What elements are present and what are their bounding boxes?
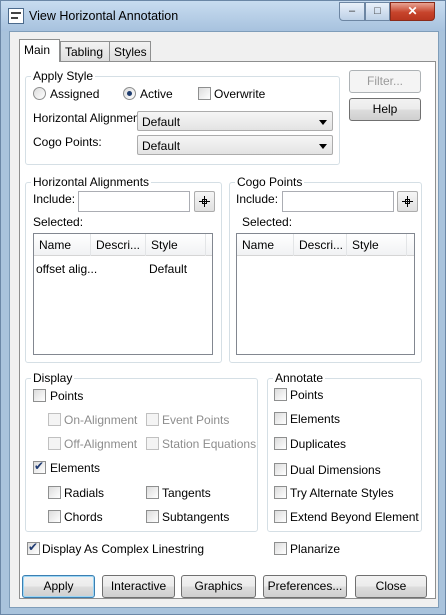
display-group-title: Display (31, 371, 75, 385)
subtangents-label: Subtangents (162, 510, 230, 524)
horizontal-alignment-style-label: Horizontal Alignment: (33, 111, 147, 125)
ha-row-name[interactable]: offset alig... (36, 262, 97, 276)
radials-checkbox[interactable] (48, 486, 61, 499)
horizontal-alignment-style-value: Default (142, 115, 181, 129)
radials-label: Radials (64, 486, 105, 500)
dual-dimensions-label: Dual Dimensions (290, 463, 381, 477)
filter-button[interactable]: Filter... (349, 70, 421, 93)
cp-col-style[interactable]: Style (347, 234, 407, 256)
active-radio[interactable] (123, 87, 136, 100)
preferences-button[interactable]: Preferences... (263, 575, 347, 598)
close-window-button[interactable]: ✕ (390, 2, 435, 21)
interactive-button[interactable]: Interactive (102, 575, 175, 598)
off-alignment-checkbox[interactable] (48, 437, 61, 450)
ha-selected-label: Selected: (33, 215, 84, 229)
try-alternate-styles-label: Try Alternate Styles (290, 486, 394, 500)
event-points-label: Event Points (162, 413, 230, 427)
chords-checkbox[interactable] (48, 510, 61, 523)
chords-label: Chords (64, 510, 103, 524)
dual-dimensions-checkbox[interactable] (274, 463, 287, 476)
ha-col-description[interactable]: Descri... (91, 234, 146, 256)
cp-selected-label: Selected: (242, 215, 293, 229)
cp-col-name[interactable]: Name (237, 234, 294, 256)
maximize-button[interactable]: □ (365, 2, 390, 21)
display-points-checkbox[interactable] (33, 389, 46, 402)
apply-button[interactable]: Apply (22, 575, 95, 598)
overwrite-checkbox[interactable] (198, 87, 211, 100)
tangents-checkbox[interactable] (146, 486, 159, 499)
on-alignment-checkbox[interactable] (48, 413, 61, 426)
close-button[interactable]: Close (355, 575, 427, 598)
active-label: Active (140, 87, 173, 101)
annotate-elements-checkbox[interactable] (274, 412, 287, 425)
cp-selected-list[interactable]: Name Descri... Style (236, 233, 415, 355)
planarize-checkbox[interactable] (274, 542, 287, 555)
complex-linestring-checkbox[interactable]: ✔ (27, 540, 40, 555)
cogo-points-style-label: Cogo Points: (33, 135, 102, 149)
horizontal-alignments-group-title: Horizontal Alignments (31, 175, 152, 189)
cp-col-description[interactable]: Descri... (294, 234, 347, 256)
cogo-points-style-value: Default (142, 139, 181, 153)
annotate-group-title: Annotate (273, 371, 326, 385)
off-alignment-label: Off-Alignment (64, 437, 138, 451)
assigned-radio[interactable] (33, 87, 46, 100)
apply-style-group-title: Apply Style (31, 69, 96, 83)
cogo-points-group-title: Cogo Points (235, 175, 305, 189)
cogo-points-style-dropdown[interactable]: Default (137, 135, 333, 155)
ha-include-input[interactable] (78, 191, 190, 212)
main-tab-panel: Apply Style Assigned Active Overwrite Ho… (19, 61, 436, 599)
dialog-client-area: Main Tabling Styles Apply Style Assigned… (9, 31, 439, 608)
horizontal-alignment-style-dropdown[interactable]: Default (137, 111, 333, 131)
minimize-button[interactable]: ‒ (339, 2, 365, 21)
ha-row-style: Default (149, 262, 188, 276)
cp-include-label: Include: (236, 192, 279, 206)
help-button[interactable]: Help (349, 98, 421, 121)
complex-linestring-label: Display As Complex Linestring (42, 542, 205, 556)
title-bar[interactable]: View Horizontal Annotation ‒ □ ✕ (1, 1, 445, 31)
window-title: View Horizontal Annotation (29, 9, 179, 23)
chevron-down-icon (319, 120, 327, 125)
duplicates-label: Duplicates (290, 437, 347, 451)
station-equations-label: Station Equations (162, 437, 257, 451)
display-points-label: Points (50, 389, 84, 403)
annotate-points-checkbox[interactable] (274, 388, 287, 401)
cp-include-input[interactable] (282, 191, 394, 212)
ha-selected-list[interactable]: Name Descri... Style offset alig... Defa… (33, 233, 213, 355)
display-elements-checkbox[interactable]: ✔ (33, 459, 46, 474)
on-alignment-label: On-Alignment (64, 413, 138, 427)
cp-list-header: Name Descri... Style (237, 234, 414, 256)
ha-pick-button[interactable] (194, 191, 215, 212)
dialog-window: View Horizontal Annotation ‒ □ ✕ Main Ta… (0, 0, 446, 615)
event-points-checkbox[interactable] (146, 413, 159, 426)
station-equations-checkbox[interactable] (146, 437, 159, 450)
checkmark-icon: ✔ (34, 459, 45, 473)
extend-beyond-element-checkbox[interactable] (274, 510, 287, 523)
tab-tabling[interactable]: Tabling (60, 41, 110, 61)
annotate-points-label: Points (290, 388, 324, 402)
active-radio-dot (127, 91, 132, 96)
tangents-label: Tangents (162, 486, 211, 500)
chevron-down-icon (319, 144, 327, 149)
assigned-label: Assigned (50, 87, 100, 101)
tab-main[interactable]: Main (19, 39, 60, 62)
checkmark-icon: ✔ (28, 540, 39, 554)
tab-styles[interactable]: Styles (109, 41, 151, 61)
extend-beyond-element-label: Extend Beyond Element (290, 510, 419, 524)
planarize-label: Planarize (290, 542, 341, 556)
ha-include-label: Include: (33, 192, 76, 206)
duplicates-checkbox[interactable] (274, 437, 287, 450)
annotate-elements-label: Elements (290, 412, 341, 426)
try-alternate-styles-checkbox[interactable] (274, 486, 287, 499)
overwrite-label: Overwrite (214, 87, 266, 101)
ha-col-style[interactable]: Style (146, 234, 206, 256)
graphics-button[interactable]: Graphics (181, 575, 256, 598)
cp-pick-button[interactable] (397, 191, 418, 212)
ha-list-header: Name Descri... Style (34, 234, 212, 256)
app-icon (8, 8, 24, 24)
subtangents-checkbox[interactable] (146, 510, 159, 523)
ha-col-name[interactable]: Name (34, 234, 91, 256)
display-elements-label: Elements (50, 461, 101, 475)
